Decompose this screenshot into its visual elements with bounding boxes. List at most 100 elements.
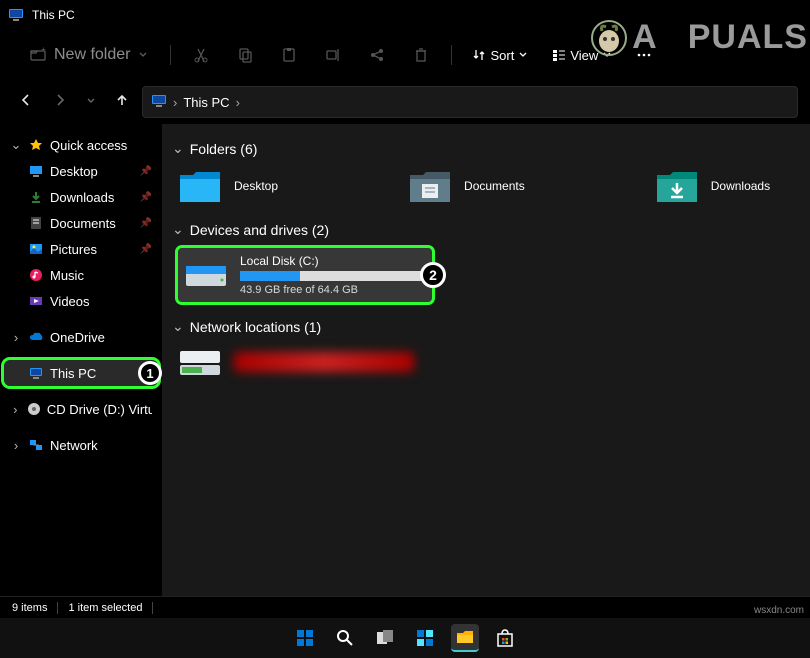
folder-label: Downloads bbox=[711, 179, 770, 193]
sidebar-label: Downloads bbox=[50, 190, 114, 205]
network-location-item[interactable] bbox=[178, 345, 794, 379]
sidebar-label: Music bbox=[50, 268, 84, 283]
taskbar-file-explorer[interactable] bbox=[451, 624, 479, 652]
separator bbox=[451, 45, 452, 65]
pin-icon: 📌 bbox=[140, 218, 152, 229]
sidebar-label: Network bbox=[50, 438, 98, 453]
downloads-folder-icon bbox=[655, 167, 699, 205]
taskbar-task-view[interactable] bbox=[371, 624, 399, 652]
section-folders[interactable]: ⌄ Folders (6) bbox=[172, 140, 794, 157]
download-icon bbox=[28, 189, 44, 205]
section-label: Devices and drives (2) bbox=[190, 222, 329, 238]
copy-button[interactable] bbox=[227, 41, 263, 69]
chevron-down-icon: ⌄ bbox=[172, 221, 184, 238]
chevron-down-icon bbox=[138, 50, 148, 60]
sidebar-network[interactable]: › Network bbox=[4, 432, 158, 458]
drive-free-text: 43.9 GB free of 64.4 GB bbox=[240, 284, 426, 296]
folder-documents[interactable]: Documents bbox=[408, 167, 525, 205]
new-folder-button[interactable]: + New folder bbox=[20, 40, 158, 70]
drive-usage-bar bbox=[240, 271, 426, 281]
folders-row: Desktop Documents Downloads bbox=[178, 167, 794, 205]
sidebar-music[interactable]: Music bbox=[4, 262, 158, 288]
this-pc-icon bbox=[151, 93, 167, 112]
sidebar-this-pc[interactable]: › This PC 1 bbox=[4, 360, 158, 386]
sidebar-documents[interactable]: Documents 📌 bbox=[4, 210, 158, 236]
sidebar-quick-access[interactable]: ⌄ Quick access bbox=[4, 132, 158, 158]
network-icon bbox=[28, 437, 44, 453]
drive-info: Local Disk (C:) 43.9 GB free of 64.4 GB bbox=[240, 254, 426, 296]
section-label: Folders (6) bbox=[190, 141, 258, 157]
pin-icon: 📌 bbox=[140, 244, 152, 255]
taskbar-search[interactable] bbox=[331, 624, 359, 652]
sidebar: ⌄ Quick access Desktop 📌 Downloads 📌 Doc… bbox=[0, 124, 162, 618]
drive-name: Local Disk (C:) bbox=[240, 254, 426, 268]
rename-button[interactable] bbox=[315, 41, 351, 69]
chevron-down-icon: ⌄ bbox=[172, 318, 184, 335]
separator bbox=[57, 602, 58, 614]
videos-icon bbox=[28, 293, 44, 309]
taskbar-start[interactable] bbox=[291, 624, 319, 652]
document-icon bbox=[28, 215, 44, 231]
sidebar-downloads[interactable]: Downloads 📌 bbox=[4, 184, 158, 210]
chevron-down-icon bbox=[518, 50, 528, 60]
section-devices[interactable]: ⌄ Devices and drives (2) bbox=[172, 221, 794, 238]
star-icon bbox=[28, 137, 44, 153]
chevron-right-icon: › bbox=[10, 438, 22, 453]
desktop-icon bbox=[28, 163, 44, 179]
folder-downloads[interactable]: Downloads bbox=[655, 167, 770, 205]
sidebar-label: Desktop bbox=[50, 164, 98, 179]
watermark: A PUALS bbox=[590, 18, 808, 57]
sort-icon bbox=[472, 48, 486, 62]
network-drive-icon bbox=[178, 345, 222, 379]
sidebar-label: Documents bbox=[50, 216, 116, 231]
drive-local-disk-c[interactable]: Local Disk (C:) 43.9 GB free of 64.4 GB … bbox=[178, 248, 432, 302]
watermark-text: A PUALS bbox=[632, 18, 808, 57]
pictures-icon bbox=[28, 241, 44, 257]
new-folder-icon: + bbox=[30, 47, 46, 63]
chevron-down-icon: ⌄ bbox=[172, 140, 184, 157]
delete-button[interactable] bbox=[403, 41, 439, 69]
sidebar-pictures[interactable]: Pictures 📌 bbox=[4, 236, 158, 262]
this-pc-icon bbox=[8, 7, 24, 23]
paste-button[interactable] bbox=[271, 41, 307, 69]
forward-button[interactable] bbox=[46, 86, 74, 119]
sidebar-cd-drive[interactable]: › CD Drive (D:) Virtual bbox=[4, 396, 158, 422]
cut-button[interactable] bbox=[183, 41, 219, 69]
documents-folder-icon bbox=[408, 167, 452, 205]
cloud-icon bbox=[28, 329, 44, 345]
address-bar[interactable]: › This PC › bbox=[142, 86, 798, 118]
pin-icon: 📌 bbox=[140, 166, 152, 177]
breadcrumb-this-pc[interactable]: This PC bbox=[183, 95, 229, 110]
sidebar-onedrive[interactable]: › OneDrive bbox=[4, 324, 158, 350]
sidebar-label: CD Drive (D:) Virtual bbox=[47, 402, 152, 417]
status-bar: 9 items 1 item selected bbox=[0, 596, 810, 618]
recent-button[interactable] bbox=[80, 87, 102, 117]
redacted-label bbox=[234, 352, 414, 372]
back-button[interactable] bbox=[12, 86, 40, 119]
view-icon bbox=[552, 48, 566, 62]
desktop-folder-icon bbox=[178, 167, 222, 205]
drive-icon bbox=[184, 258, 228, 292]
sidebar-label: Pictures bbox=[50, 242, 97, 257]
sidebar-videos[interactable]: Videos bbox=[4, 288, 158, 314]
disc-icon bbox=[27, 401, 41, 417]
share-button[interactable] bbox=[359, 41, 395, 69]
svg-text:+: + bbox=[41, 45, 46, 54]
folder-label: Documents bbox=[464, 179, 525, 193]
taskbar-widgets[interactable] bbox=[411, 624, 439, 652]
folder-desktop[interactable]: Desktop bbox=[178, 167, 278, 205]
sidebar-desktop[interactable]: Desktop 📌 bbox=[4, 158, 158, 184]
section-network[interactable]: ⌄ Network locations (1) bbox=[172, 318, 794, 335]
sort-button[interactable]: Sort bbox=[464, 42, 536, 69]
attribution: wsxdn.com bbox=[754, 605, 804, 616]
sidebar-label: This PC bbox=[50, 366, 96, 381]
taskbar bbox=[0, 618, 810, 658]
taskbar-store[interactable] bbox=[491, 624, 519, 652]
music-icon bbox=[28, 267, 44, 283]
section-label: Network locations (1) bbox=[190, 319, 322, 335]
this-pc-icon bbox=[28, 365, 44, 381]
pin-icon: 📌 bbox=[140, 192, 152, 203]
chevron-right-icon: › bbox=[10, 402, 21, 417]
separator bbox=[170, 45, 171, 65]
up-button[interactable] bbox=[108, 86, 136, 119]
